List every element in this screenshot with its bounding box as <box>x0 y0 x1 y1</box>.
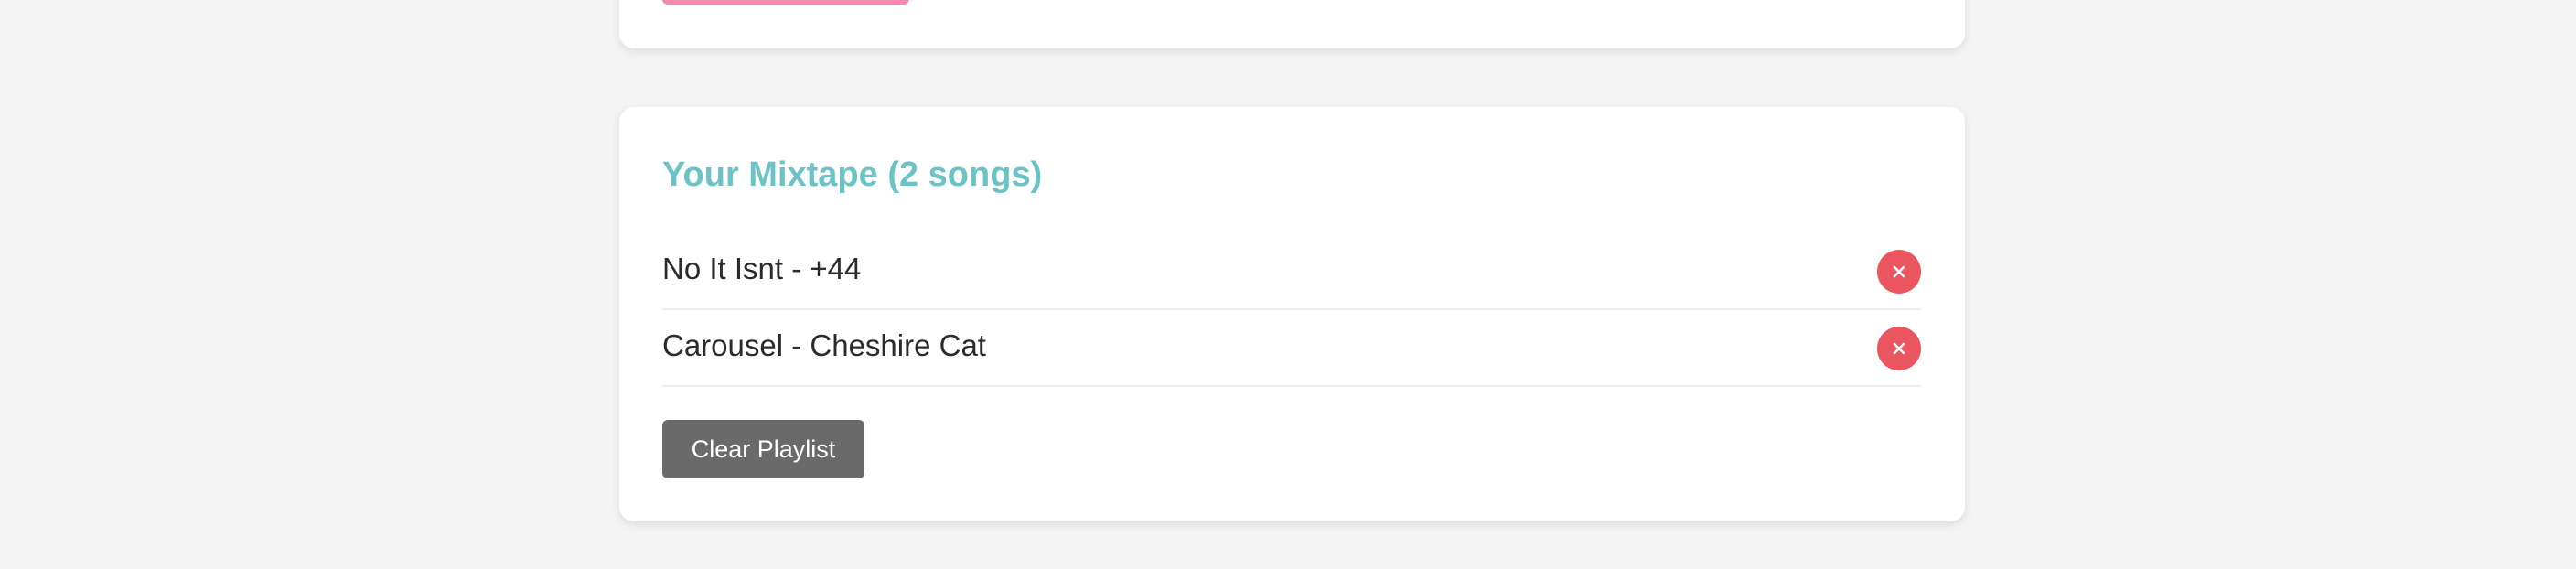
remove-song-button[interactable] <box>1877 250 1921 294</box>
mixtape-card: Your Mixtape (2 songs) No It Isnt - +44 … <box>619 107 1965 521</box>
remove-song-button[interactable] <box>1877 327 1921 370</box>
close-icon <box>1893 265 1905 278</box>
close-icon <box>1893 342 1905 355</box>
song-label: Carousel - Cheshire Cat <box>662 328 986 362</box>
song-item: Carousel - Cheshire Cat <box>662 310 1921 387</box>
mixtape-title: Your Mixtape (2 songs) <box>662 156 1043 194</box>
previous-card <box>619 0 1965 48</box>
song-label: No It Isnt - +44 <box>662 252 862 285</box>
clear-playlist-button[interactable]: Clear Playlist <box>662 420 864 478</box>
song-list: No It Isnt - +44 Carousel - Cheshire Cat <box>662 233 1921 387</box>
song-item: No It Isnt - +44 <box>662 233 1921 310</box>
accent-button-edge[interactable] <box>662 0 909 5</box>
